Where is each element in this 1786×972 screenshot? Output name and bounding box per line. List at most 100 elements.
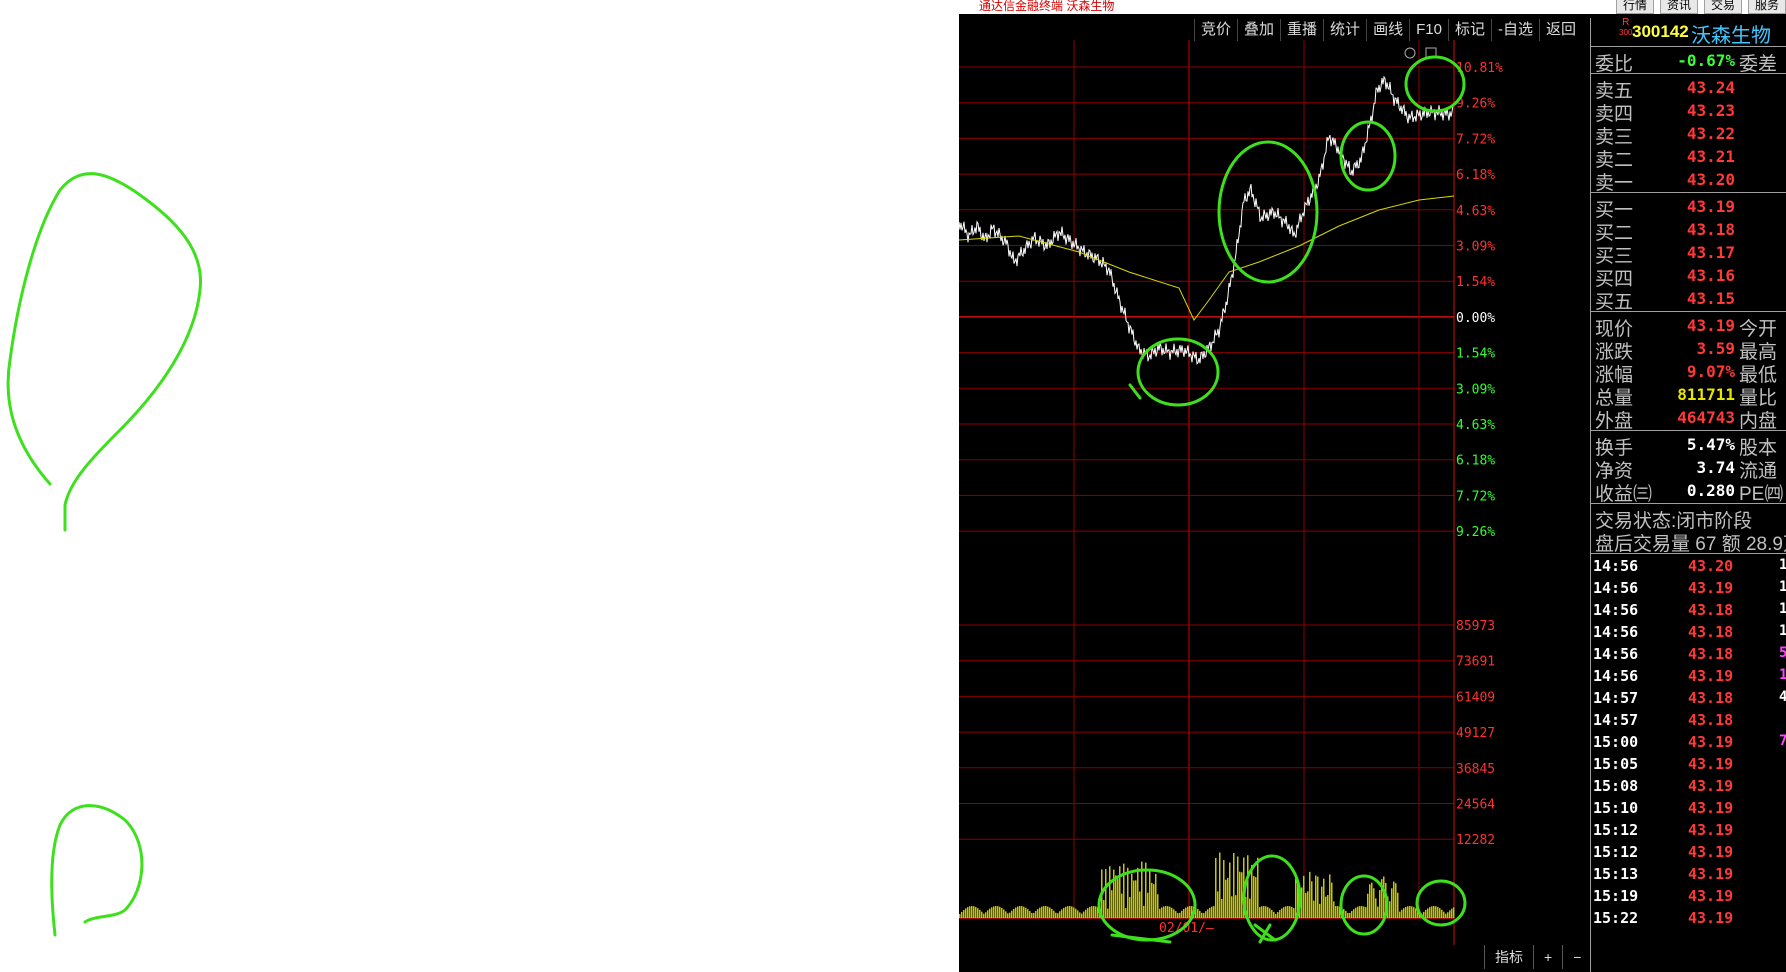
volume-tick-label: 12282 (1456, 833, 1495, 848)
intraday-chart[interactable]: 10.81% 9.26% 7.72% 6.18% 4.63% 3.09% 1.54% 0.00… (959, 0, 1590, 972)
volume-bar (1051, 908, 1053, 918)
volume-bar (1441, 909, 1443, 918)
trade-price: 43.19 (1688, 799, 1734, 817)
volume-bar (1313, 900, 1315, 918)
volume-bar (1107, 908, 1109, 918)
tool-overlay[interactable]: 叠加 (1237, 19, 1280, 41)
trade-row: 15:08 43.19 (1591, 775, 1786, 797)
volume-bar (1309, 871, 1311, 918)
volume-bar (1075, 908, 1077, 918)
bid-row[interactable]: 买四 43.16 (1591, 264, 1786, 290)
quote-panel: R 300 300142 沃森生物 委比 -0.67% 委差 卖五 43.24 卖… (1590, 18, 1786, 972)
volume-bar (1071, 906, 1073, 918)
volume-bar (1253, 876, 1255, 918)
indicator-button[interactable]: 指标 (1484, 945, 1533, 969)
bid-row[interactable]: 买二 43.18 (1591, 218, 1786, 244)
tool-auction[interactable]: 竞价 (1194, 19, 1237, 41)
volume-bar (1117, 878, 1119, 918)
trade-price: 43.19 (1688, 909, 1734, 927)
volume-bar (1239, 871, 1241, 918)
tool-mark[interactable]: 标记 (1447, 19, 1491, 41)
volume-bar (1159, 908, 1161, 918)
volume-tick-label: 61409 (1456, 690, 1495, 705)
trade-price: 43.19 (1688, 865, 1734, 883)
volume-bar (1093, 906, 1095, 918)
volume-bar (1019, 906, 1021, 918)
menu-quotes[interactable]: 行情 (1615, 0, 1654, 14)
ask-row[interactable]: 卖一 43.20 (1591, 168, 1786, 194)
axis-tick-label: 7.72% (1456, 132, 1495, 147)
axis-tick-label: 3.09% (1456, 240, 1495, 255)
volume-bar (1037, 909, 1039, 918)
volume-bar (1189, 906, 1191, 918)
bid-row[interactable]: 买五 43.15 (1591, 287, 1786, 313)
trade-volume: 77 (1779, 733, 1786, 749)
volume-bar (1259, 907, 1261, 918)
zoom-out-button[interactable]: − (1562, 945, 1591, 969)
tool-stats[interactable]: 统计 (1323, 19, 1366, 41)
trade-volume: 1 (1779, 557, 1786, 573)
webi-label: 委比 (1595, 54, 1634, 75)
expand-icon (1404, 47, 1416, 59)
tool-replay[interactable]: 重播 (1280, 19, 1323, 41)
ask-row[interactable]: 卖五 43.24 (1591, 76, 1786, 102)
stat-value: 811711 (1677, 385, 1735, 404)
trade-time: 15:05 (1593, 755, 1639, 773)
volume-bar (1219, 852, 1221, 918)
volume-bar (1269, 908, 1271, 918)
axis-tick-label: 9.26% (1456, 97, 1495, 112)
volume-bar (967, 907, 969, 918)
volume-bar (1315, 875, 1317, 918)
volume-bar (1161, 907, 1163, 918)
bid-row[interactable]: 买三 43.17 (1591, 241, 1786, 267)
stat-value: 5.47% (1686, 435, 1735, 454)
volume-bar (1427, 908, 1429, 918)
tool-back[interactable]: 返回 (1538, 19, 1582, 41)
volume-bar (1179, 912, 1181, 918)
tool-watchlist[interactable]: -自选 (1490, 19, 1539, 41)
volume-bar (1383, 876, 1385, 918)
zoom-in-button[interactable]: + (1533, 945, 1562, 969)
volume-bar (1343, 909, 1345, 918)
bid-row[interactable]: 买一 43.19 (1591, 195, 1786, 221)
stat-label2: PE㈣ (1739, 484, 1784, 505)
trade-time: 15:08 (1593, 777, 1639, 795)
chart-toolbar: 竞价 叠加 重播 统计 画线 F10 标记 -自选 返回 (1194, 19, 1582, 41)
volume-bar (1133, 880, 1135, 918)
volume-bar (1377, 906, 1379, 918)
menu-service[interactable]: 服务 (1747, 0, 1786, 14)
axis-tick-label: 1.54% (1456, 347, 1495, 362)
badge-letter: R (1622, 17, 1630, 28)
volume-bar (1319, 903, 1321, 918)
menu-trade[interactable]: 交易 (1703, 0, 1742, 14)
axis-tick-label: 3.09% (1456, 382, 1495, 397)
ask-row[interactable]: 卖二 43.21 (1591, 145, 1786, 171)
weicha-label: 委差 (1739, 54, 1778, 75)
trade-price: 43.19 (1688, 755, 1734, 773)
volume-bar (1365, 907, 1367, 918)
tool-draw[interactable]: 画线 (1366, 19, 1409, 41)
volume-bar (1083, 911, 1085, 918)
axis-tick-label: 1.54% (1456, 275, 1495, 290)
volume-bar (1435, 906, 1437, 918)
volume-bar (1195, 907, 1197, 918)
ask-row[interactable]: 卖三 43.22 (1591, 122, 1786, 148)
tool-f10[interactable]: F10 (1409, 19, 1448, 41)
stat-label: 收益㈢ (1595, 484, 1653, 505)
trade-status: 交易状态:闭市阶段 (1591, 506, 1786, 532)
axis-tick-label: 9.26% (1456, 525, 1495, 540)
volume-bar (1177, 913, 1179, 918)
ask-row[interactable]: 卖四 43.23 (1591, 99, 1786, 125)
menu-news[interactable]: 资讯 (1659, 0, 1698, 14)
volume-bar (1015, 907, 1017, 918)
volume-bar (1049, 907, 1051, 918)
volume-bar (1169, 906, 1171, 918)
volume-bar (1009, 912, 1011, 918)
volume-bar (1059, 911, 1061, 918)
volume-bar (1337, 906, 1339, 918)
volume-bar (1249, 898, 1251, 918)
volume-bar (1359, 906, 1361, 918)
indicator-bar: 指标 + − (1484, 945, 1591, 969)
volume-bar (969, 906, 971, 918)
volume-bar (1121, 893, 1123, 918)
